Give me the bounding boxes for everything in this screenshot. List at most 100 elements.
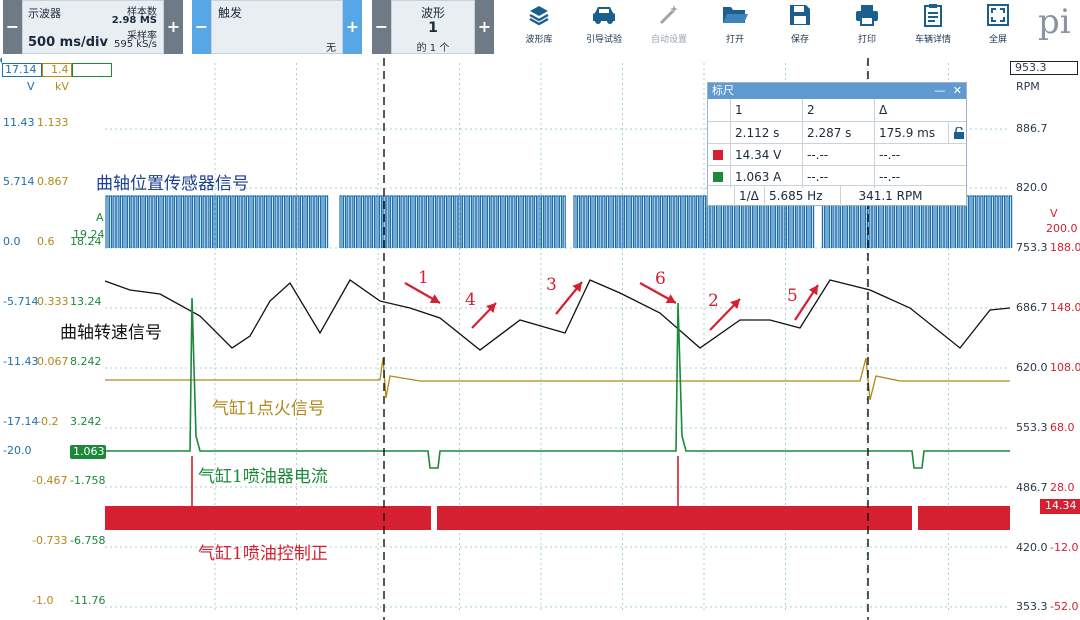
guided-test-label: 引导试验	[585, 35, 622, 45]
trigger-group: − 触发 无 +	[192, 0, 362, 54]
samples-value: 2.98 MS	[111, 15, 157, 26]
ruler-row-header: 1 2 Δ	[708, 99, 966, 121]
left-axis-c-tick: 3.242	[70, 415, 102, 428]
cylinder-number-label: 3	[546, 275, 557, 295]
ruler-inverse-label: 1/Δ	[734, 186, 764, 206]
auto-setup-button[interactable]: 自动设置	[646, 3, 692, 51]
waveform-prev-button[interactable]: −	[372, 0, 391, 54]
ruler-time1: 2.112 s	[730, 122, 802, 144]
left-axis-a-tick: -20.0	[3, 444, 32, 457]
crank-speed-label: 曲轴转速信号	[60, 323, 162, 343]
ruler-green-swatch	[713, 172, 723, 182]
guided-test-button[interactable]: 引导试验	[581, 3, 627, 51]
right-axis-v-tick: -52.0	[1050, 600, 1079, 613]
injector-control-trace-segment	[918, 506, 1010, 530]
left-axis-b-tick: 0.067	[37, 355, 69, 368]
rpm-top-value: 953.3	[1015, 61, 1047, 74]
timebase-field[interactable]: 示波器 500 ms/div 样本数 2.98 MS 采样率 595 kS/s	[22, 0, 164, 54]
cylinder-number-label: 6	[655, 269, 666, 289]
auto-setup-label: 自动设置	[650, 35, 687, 45]
right-axis-rpm-tick: 886.7	[1016, 122, 1048, 135]
save-button[interactable]: 保存	[777, 3, 823, 51]
fullscreen-icon	[987, 4, 1009, 26]
rpm-scale-tab[interactable]: 953.3	[1010, 61, 1078, 75]
waveform-library-button[interactable]: 波形库	[516, 3, 562, 51]
right-axis-rpm-tick: 553.3	[1016, 421, 1048, 434]
ruler-time2: 2.287 s	[802, 122, 874, 144]
ruler-minimize-button[interactable]: —	[934, 84, 945, 97]
ruler-panel[interactable]: 标尺 — ✕ 1 2 Δ 2.112 s 2.287 s 175.9 ms 14…	[707, 82, 967, 206]
right-axis-rpm-tick: 353.3	[1016, 600, 1048, 613]
right-axis-v-tick: 28.0	[1050, 481, 1075, 494]
ruler-rpm: 341.1 RPM	[840, 186, 936, 206]
ruler-row-frequency: 1/Δ 5.685 Hz 341.1 RPM	[708, 185, 966, 206]
injector-current-label: 气缸1喷油器电流	[198, 467, 328, 487]
ignition-label: 气缸1点火信号	[212, 399, 325, 419]
channel-a-scale-tab[interactable]: 17.14	[2, 63, 42, 77]
ruler-close-button[interactable]: ✕	[953, 84, 962, 97]
ruler-time-delta: 175.9 ms	[874, 122, 948, 144]
left-axis-b-tick: 1.133	[37, 116, 69, 129]
injector-control-label: 气缸1喷油控制正	[198, 544, 328, 564]
ruler-row-red: 14.34 V --.-- --.--	[708, 143, 966, 166]
channel-b-scale-tab[interactable]: 1.4	[42, 63, 72, 77]
channel-d-marker[interactable]: 14.34	[1040, 499, 1080, 514]
left-axis-a-tick: 11.43	[3, 116, 35, 129]
waveform-field[interactable]: 波形 1 的 1 个	[391, 0, 475, 54]
right-axis-v-tick: 188.0	[1050, 241, 1080, 254]
trigger-label: 触发	[218, 6, 243, 20]
left-axis-b-tick: -0.733	[32, 534, 68, 547]
ruler-lock-button[interactable]	[948, 122, 966, 144]
car-icon	[593, 7, 615, 24]
channel-b-unit: kV	[55, 80, 69, 93]
left-axis-a-tick: 5.714	[3, 175, 35, 188]
print-button[interactable]: 打印	[844, 3, 890, 51]
trigger-decrease-button[interactable]: −	[192, 0, 211, 54]
channel-c-top-value: 19.24	[73, 228, 105, 241]
waveform-label: 波形	[420, 6, 445, 20]
vehicle-details-button[interactable]: 车辆详情	[910, 3, 956, 51]
timebase-increase-button[interactable]: +	[164, 0, 183, 54]
pico-logo: pi	[1038, 2, 1071, 42]
waveform-of: 的 1 个	[416, 43, 450, 54]
open-button[interactable]: 打开	[712, 3, 758, 51]
timebase-decrease-button[interactable]: −	[3, 0, 22, 54]
left-axis-b-tick: -0.467	[32, 474, 68, 487]
right-axis-rpm-tick: 486.7	[1016, 481, 1048, 494]
channel-c-scale-tab[interactable]	[72, 63, 112, 77]
right-axis-v-tick: 108.0	[1050, 361, 1080, 374]
right-axis-rpm-tick: 820.0	[1016, 181, 1048, 194]
channel-d-marker-value: 14.34	[1045, 499, 1077, 512]
left-axis-a-tick: -11.43	[3, 355, 39, 368]
folder-open-icon	[723, 7, 748, 23]
right-axis-v-tick: 148.0	[1050, 301, 1080, 314]
save-label: 保存	[790, 35, 809, 45]
injector-control-trace-segment	[105, 506, 431, 530]
scope-label: 示波器	[28, 7, 61, 20]
fullscreen-button[interactable]: 全屏	[975, 3, 1021, 51]
left-axis-b-tick: -1.0	[32, 594, 54, 607]
ruler-col2-header: 2	[802, 99, 874, 121]
trigger-increase-button[interactable]: +	[343, 0, 362, 54]
cylinder-number-label: 1	[418, 268, 429, 288]
v-unit: V	[1050, 207, 1058, 220]
toolbar: − 示波器 500 ms/div 样本数 2.98 MS 采样率 595 kS/…	[0, 0, 1080, 58]
waveform-library-label: 波形库	[525, 35, 553, 45]
waveform-library-icon	[529, 6, 549, 26]
channel-a-unit: V	[27, 80, 35, 93]
channel-c-unit: A	[96, 211, 104, 224]
cylinder-number-label: 2	[708, 291, 719, 311]
left-axis-c-tick: -11.76	[70, 594, 106, 607]
ruler-red-vd: --.--	[874, 144, 948, 166]
ruler-header[interactable]: 标尺 — ✕	[708, 83, 966, 99]
ruler-title: 标尺	[712, 84, 734, 97]
waveform-next-button[interactable]: +	[475, 0, 494, 54]
left-axis-a-tick: -5.714	[3, 295, 39, 308]
channel-c-marker[interactable]: 1.063	[70, 445, 106, 459]
channel-c-marker-value: 1.063	[73, 445, 105, 458]
crank-speed-trace	[104, 279, 1011, 351]
left-axis-c-tick: 13.24	[70, 295, 102, 308]
ruler-red-v2: --.--	[802, 144, 874, 166]
trigger-field[interactable]: 触发 无	[211, 0, 343, 54]
open-label: 打开	[725, 35, 744, 45]
